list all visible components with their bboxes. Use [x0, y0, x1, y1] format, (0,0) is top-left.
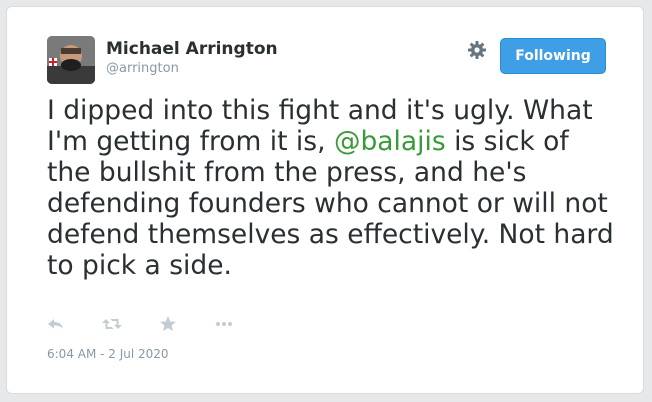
gear-icon[interactable]	[467, 40, 487, 60]
avatar-image	[47, 36, 95, 84]
retweet-icon[interactable]	[101, 315, 123, 333]
user-handle[interactable]: @arrington	[106, 61, 179, 76]
favorite-star-icon[interactable]	[157, 315, 179, 333]
tweet-timestamp[interactable]: 6:04 AM - 2 Jul 2020	[47, 347, 169, 361]
tweet-text: I dipped into this fight and it's ugly. …	[47, 95, 617, 281]
user-name[interactable]: Michael Arrington	[106, 39, 278, 59]
tweet-card: Michael Arrington @arrington Following I…	[6, 6, 644, 394]
mention-link[interactable]: @balajis	[334, 126, 446, 157]
following-button[interactable]: Following	[500, 38, 606, 74]
reply-icon[interactable]	[45, 315, 67, 333]
avatar[interactable]	[47, 36, 95, 84]
more-options-icon[interactable]	[213, 315, 235, 333]
